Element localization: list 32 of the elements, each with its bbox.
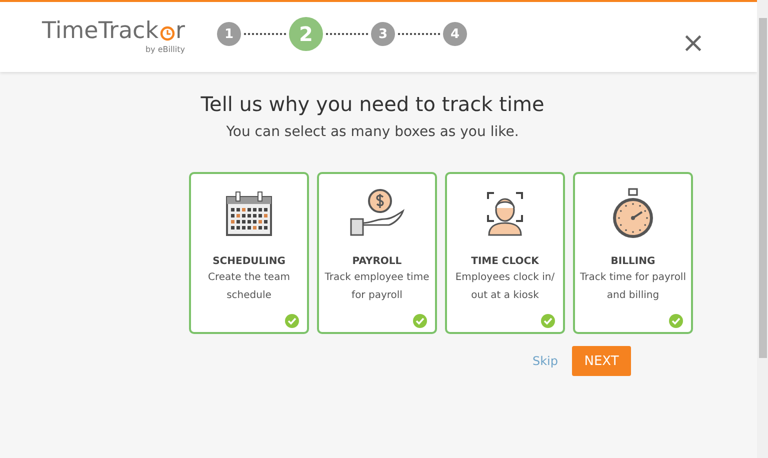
option-card[interactable]: TIME CLOCK Employees clock in/ out at a kiosk [445,172,565,334]
option-title: TIME CLOCK [471,256,539,267]
option-description: Employees clock in/ out at a kiosk [454,271,556,303]
face-scan-icon [485,191,525,237]
coin-hand-icon [349,189,405,239]
option-description: Track employee time for payroll [324,271,430,303]
calendar-icon [225,191,273,237]
option-title: SCHEDULING [212,256,286,267]
close-button[interactable]: × [682,29,705,57]
option-card[interactable]: BILLING Track time for payroll and billing [573,172,693,334]
check-icon [541,314,555,328]
check-icon [413,314,427,328]
check-icon [669,314,683,328]
option-card[interactable]: SCHEDULING Create the team schedule [189,172,309,334]
stopwatch-icon [610,188,656,240]
option-title: BILLING [610,256,656,267]
step-indicator: 3 [371,22,395,46]
clock-icon [160,26,175,40]
scrollbar-thumb[interactable] [758,18,766,358]
logo-text: TimeTrack [42,20,159,43]
option-description: Track time for payroll and billing [578,271,687,303]
option-card[interactable]: PAYROLL Track employee time for payroll [317,172,437,334]
option-description: Create the team schedule [207,271,291,303]
step-indicator: 4 [443,22,467,46]
page-subtitle: You can select as many boxes as you like. [225,124,520,140]
step-indicator: 1 [217,22,241,46]
step-indicator: 2 [289,17,323,51]
logo-text: r [176,20,185,43]
check-icon [285,314,299,328]
logo-byline: by eBillity [145,45,185,54]
option-title: PAYROLL [352,256,402,267]
page-title: Tell us why you need to track time [200,92,546,116]
